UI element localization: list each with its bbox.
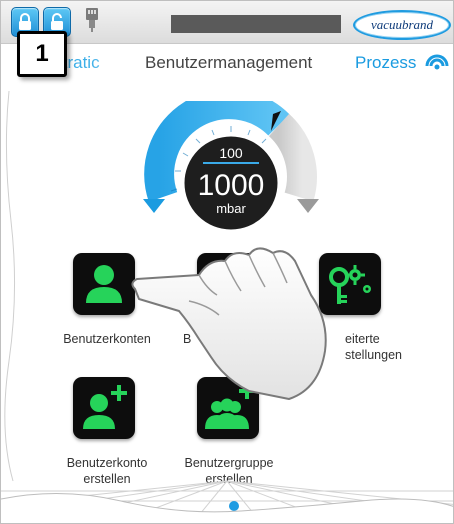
user-icon xyxy=(86,265,122,303)
pressure-unit: mbar xyxy=(216,201,246,216)
step-badge: 1 xyxy=(17,31,67,77)
device-name-field xyxy=(171,15,341,33)
pressure-value: 1000 xyxy=(198,169,265,202)
tab-bar: nistratic Benutzermanagement Prozess xyxy=(1,45,453,81)
brand-logo: vacuubrand xyxy=(353,10,451,40)
create-user-account-button[interactable] xyxy=(73,377,135,439)
add-user-icon xyxy=(83,385,127,429)
page-indicator-dot[interactable] xyxy=(229,501,239,511)
setpoint-value: 100 xyxy=(219,145,243,161)
status-bar: vacuubrand xyxy=(1,1,453,44)
network-plug-icon xyxy=(83,7,101,38)
tab-fade xyxy=(91,51,139,77)
advanced-settings-label: eiterte stellungen xyxy=(345,332,402,362)
signal-icon xyxy=(425,54,449,70)
tab-benutzermanagement[interactable]: Benutzermanagement xyxy=(145,53,312,73)
max-marker xyxy=(297,199,319,213)
min-marker xyxy=(143,199,165,213)
device-screen: vacuubrand nistratic Benutzermanagement … xyxy=(0,0,454,524)
pointing-hand-icon xyxy=(131,247,327,400)
user-accounts-button[interactable] xyxy=(73,253,135,315)
pressure-gauge: 100 1000 mbar xyxy=(143,101,319,231)
tab-prozess[interactable]: Prozess xyxy=(355,53,416,73)
grid-floor xyxy=(1,480,453,523)
